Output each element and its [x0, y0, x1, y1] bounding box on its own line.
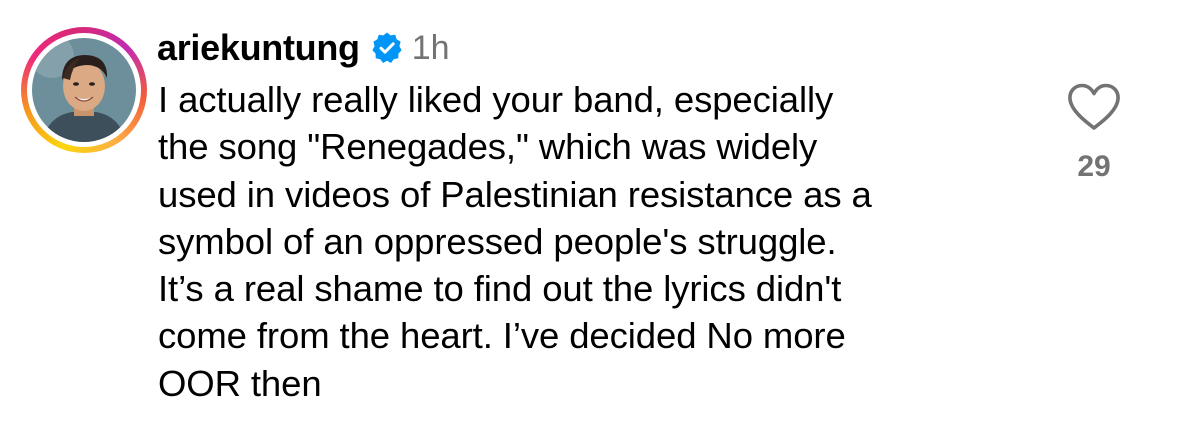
avatar-ring-gap	[27, 33, 141, 147]
verified-badge-icon	[370, 31, 404, 65]
like-button[interactable]	[1066, 82, 1122, 132]
avatar-image	[32, 38, 136, 142]
avatar-story-ring[interactable]	[21, 27, 147, 153]
comment: ariekuntung 1h I actually really liked y…	[0, 0, 1179, 429]
comment-body: I actually really liked your band, espec…	[158, 79, 872, 404]
username[interactable]: ariekuntung	[157, 27, 360, 69]
comment-header: ariekuntung 1h	[157, 22, 450, 74]
like-count: 29	[1077, 150, 1111, 183]
comment-timestamp: 1h	[411, 28, 450, 67]
avatar[interactable]	[32, 38, 136, 142]
heart-outline-icon	[1068, 83, 1120, 130]
